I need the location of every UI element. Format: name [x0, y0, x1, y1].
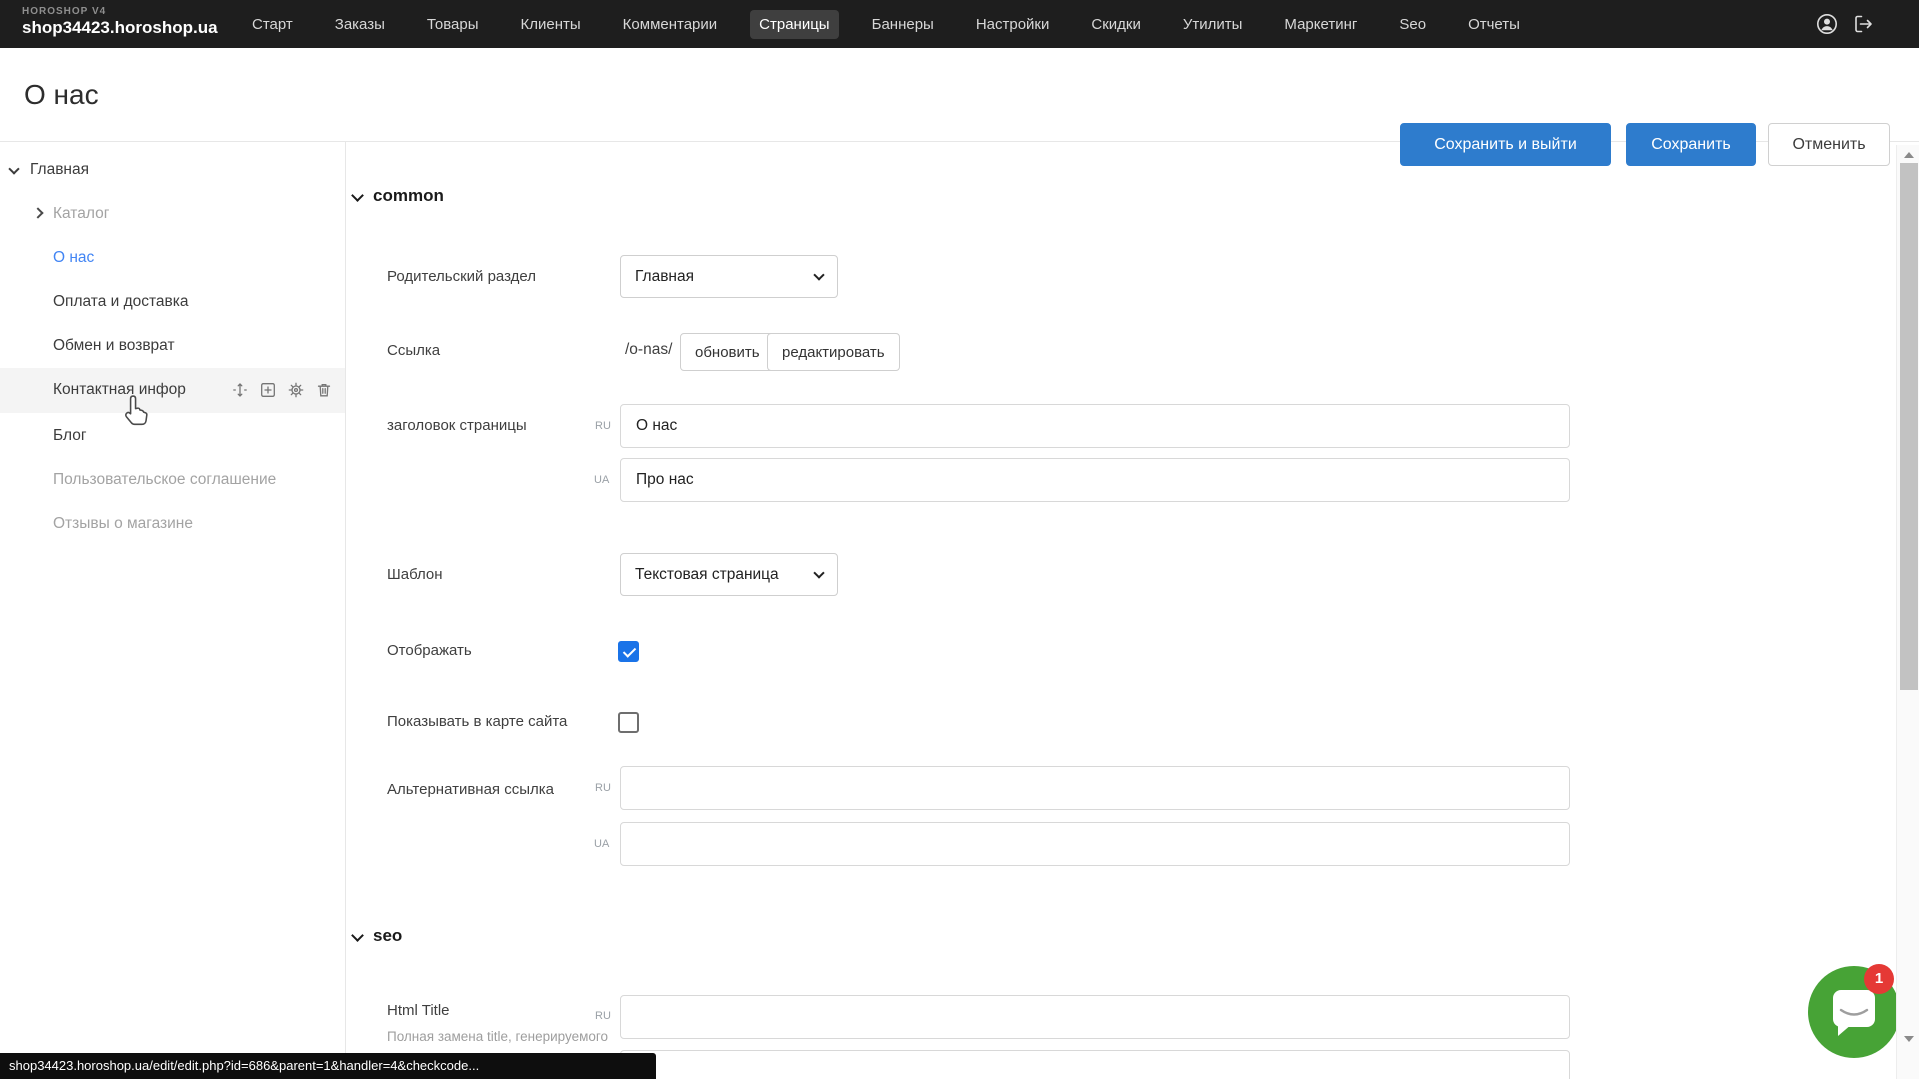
tree-item-label: Отзывы о магазине	[53, 502, 193, 546]
brand-domain-label: shop34423.horoshop.ua	[22, 18, 218, 38]
settings-gear-icon[interactable]	[288, 382, 304, 398]
menu-item-clients[interactable]: Клиенты	[512, 10, 590, 39]
tree-item-obmen[interactable]: Обмен и возврат	[0, 324, 345, 368]
tree-item-katalog[interactable]: Каталог	[0, 192, 345, 236]
chevron-down-icon[interactable]	[8, 163, 19, 174]
chevron-down-icon	[813, 567, 824, 578]
tree-item-actions	[232, 382, 332, 398]
html-title-ru-input[interactable]	[620, 995, 1570, 1039]
tree-item-otzyvy[interactable]: Отзывы о магазине	[0, 502, 345, 546]
brand-logo[interactable]: HOROSHOP V4 shop34423.horoshop.ua	[22, 6, 218, 38]
template-label: Шаблон	[387, 564, 443, 586]
menu-item-comments[interactable]: Комментарии	[614, 10, 726, 39]
lang-ru-badge: RU	[595, 420, 611, 432]
display-checkbox-checked[interactable]	[618, 641, 639, 662]
topbar-icons	[1815, 12, 1875, 36]
tree-item-polzovatelskoe[interactable]: Пользовательское соглашение	[0, 458, 345, 502]
page-title-field-label: заголовок страницы	[387, 415, 527, 437]
main-menu: Старт Заказы Товары Клиенты Комментарии …	[243, 0, 1529, 48]
save-button[interactable]: Сохранить	[1626, 123, 1756, 166]
chevron-down-icon	[813, 269, 824, 280]
tree-item-label: Контактная инфор	[53, 368, 186, 412]
save-and-exit-button[interactable]: Сохранить и выйти	[1400, 123, 1611, 166]
lang-ru-badge: RU	[595, 1010, 611, 1022]
parent-section-select[interactable]: Главная	[620, 255, 838, 298]
display-label: Отображать	[387, 640, 472, 662]
tree-item-blog[interactable]: Блог	[0, 414, 345, 458]
menu-item-orders[interactable]: Заказы	[326, 10, 394, 39]
cancel-button[interactable]: Отменить	[1768, 123, 1890, 166]
alt-link-label: Альтернативная ссылка	[387, 779, 554, 801]
parent-section-value: Главная	[635, 268, 694, 286]
chevron-right-icon[interactable]	[32, 207, 43, 218]
template-value: Текстовая страница	[635, 566, 779, 584]
menu-item-discounts[interactable]: Скидки	[1082, 10, 1149, 39]
tree-item-label: Блог	[53, 414, 87, 458]
tree-item-label: Обмен и возврат	[53, 324, 175, 368]
sitemap-checkbox-unchecked[interactable]	[618, 712, 639, 733]
page-title-ua-input[interactable]	[620, 458, 1570, 502]
chevron-down-icon[interactable]	[351, 929, 364, 942]
tree-item-glavnaya[interactable]: Главная	[0, 148, 345, 192]
tree-item-oplata[interactable]: Оплата и доставка	[0, 280, 345, 324]
scroll-down-arrow-icon[interactable]	[1904, 1036, 1914, 1042]
link-refresh-button[interactable]: обновить	[680, 333, 775, 371]
menu-item-settings[interactable]: Настройки	[967, 10, 1059, 39]
tree-item-o-nas-selected[interactable]: О нас	[0, 236, 345, 280]
add-page-icon[interactable]	[260, 382, 276, 398]
sitemap-label: Показывать в карте сайта	[387, 711, 567, 733]
tree-item-kontaktnaya-hovered[interactable]: Контактная инфор	[0, 368, 345, 413]
delete-trash-icon[interactable]	[316, 382, 332, 398]
parent-section-label: Родительский раздел	[387, 266, 536, 288]
link-path-value: /o-nas/	[625, 341, 672, 359]
html-title-label: Html Title	[387, 1000, 450, 1022]
html-title-hint: Полная замена title, генерируемого	[387, 1029, 608, 1044]
html-title-ua-input[interactable]	[620, 1050, 1570, 1079]
chevron-down-icon[interactable]	[351, 189, 364, 202]
page-header: О нас Сохранить и выйти Сохранить Отмени…	[0, 48, 1919, 142]
chat-notification-badge: 1	[1864, 964, 1894, 994]
menu-item-banners[interactable]: Баннеры	[863, 10, 943, 39]
tree-item-label: Каталог	[53, 192, 109, 236]
horoshop-admin-screen: HOROSHOP V4 shop34423.horoshop.ua Старт …	[0, 0, 1919, 1079]
lang-ru-badge: RU	[595, 782, 611, 794]
scrollbar-thumb[interactable]	[1900, 163, 1918, 690]
topbar: HOROSHOP V4 shop34423.horoshop.ua Старт …	[0, 0, 1919, 48]
link-label: Ссылка	[387, 340, 440, 362]
account-icon[interactable]	[1815, 12, 1839, 36]
move-icon[interactable]	[232, 382, 248, 398]
lang-ua-badge: UA	[594, 474, 609, 486]
menu-item-seo[interactable]: Seo	[1390, 10, 1435, 39]
section-seo-title[interactable]: seo	[373, 926, 402, 946]
tree-item-label: Пользовательское соглашение	[53, 458, 276, 502]
lang-ua-badge: UA	[594, 838, 609, 850]
template-select[interactable]: Текстовая страница	[620, 553, 838, 596]
menu-item-products[interactable]: Товары	[418, 10, 488, 39]
scroll-up-arrow-icon[interactable]	[1904, 152, 1914, 158]
link-edit-button[interactable]: редактировать	[767, 333, 900, 371]
page-title: О нас	[24, 79, 99, 111]
page-title-ru-input[interactable]	[620, 404, 1570, 448]
tree-item-label: Оплата и доставка	[53, 280, 189, 324]
section-common-title[interactable]: common	[373, 186, 444, 206]
menu-item-reports[interactable]: Отчеты	[1459, 10, 1529, 39]
tree-item-label: О нас	[53, 236, 94, 280]
vertical-scrollbar[interactable]	[1896, 145, 1919, 1079]
alt-link-ru-input[interactable]	[620, 766, 1570, 810]
alt-link-ua-input[interactable]	[620, 822, 1570, 866]
menu-item-start[interactable]: Старт	[243, 10, 302, 39]
pages-tree-sidebar: Главная Каталог О нас Оплата и доставка …	[0, 142, 346, 1079]
logout-icon[interactable]	[1851, 12, 1875, 36]
status-url-bar: shop34423.horoshop.ua/edit/edit.php?id=6…	[0, 1053, 656, 1079]
hand-cursor-icon	[122, 394, 152, 433]
tree-item-label: Главная	[30, 148, 89, 192]
menu-item-utilities[interactable]: Утилиты	[1174, 10, 1252, 39]
menu-item-marketing[interactable]: Маркетинг	[1275, 10, 1366, 39]
menu-item-pages[interactable]: Страницы	[750, 10, 838, 39]
brand-version-label: HOROSHOP V4	[22, 6, 218, 17]
